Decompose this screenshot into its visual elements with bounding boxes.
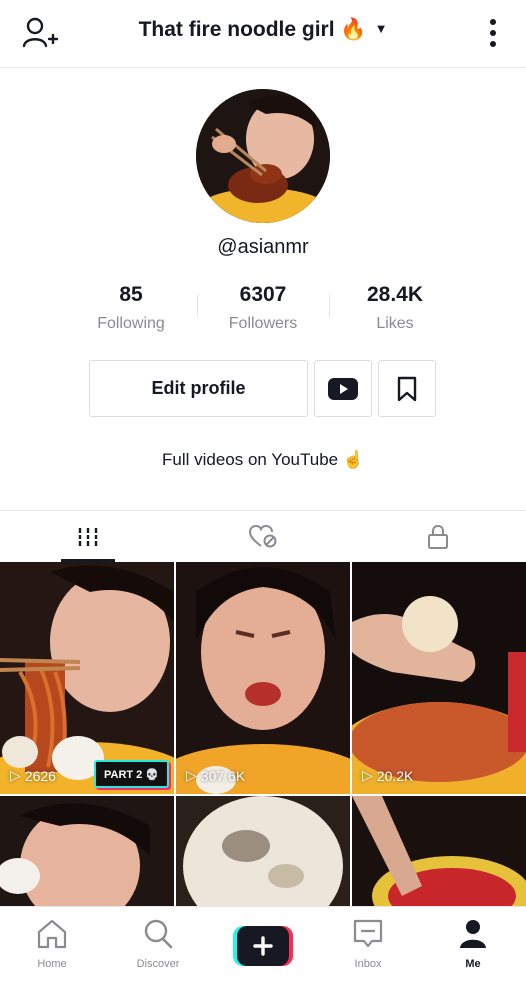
- stat-label: Followers: [228, 315, 298, 332]
- youtube-button[interactable]: [314, 360, 372, 417]
- bio-text: Full videos on YouTube ☝: [162, 450, 364, 469]
- video-grid: ▷ 2626 PART 2 💀 ▷ 307.6K ▷ 20.2K: [0, 562, 526, 906]
- account-switcher[interactable]: That fire noodle girl 🔥 ▼: [0, 18, 526, 42]
- bookmark-icon: [397, 376, 417, 401]
- video-thumbnail[interactable]: [0, 796, 174, 906]
- tab-private[interactable]: [350, 511, 525, 563]
- profile-icon: [460, 920, 486, 948]
- chevron-down-icon: ▼: [374, 21, 388, 36]
- edit-profile-button[interactable]: Edit profile: [89, 360, 308, 417]
- bottom-navigation: Home Discover Inbox Me: [0, 906, 526, 986]
- video-thumbnail[interactable]: [176, 796, 350, 906]
- stat-followers[interactable]: 6307 Followers: [197, 283, 329, 333]
- play-icon: ▷: [10, 767, 21, 783]
- home-icon: [37, 919, 67, 949]
- video-thumbnail[interactable]: ▷ 307.6K: [176, 562, 350, 794]
- view-count-text: 20.2K: [376, 767, 414, 784]
- video-thumbnail[interactable]: ▷ 20.2K: [352, 562, 526, 794]
- search-icon: [144, 919, 173, 949]
- more-vertical-icon[interactable]: [484, 17, 502, 49]
- stat-label: Likes: [376, 315, 414, 332]
- favorites-button[interactable]: [378, 360, 436, 417]
- video-thumbnail[interactable]: ▷ 2626 PART 2 💀: [0, 562, 174, 794]
- username-handle: @asianmr: [217, 236, 309, 258]
- view-count-text: 2626: [24, 767, 56, 784]
- stat-following[interactable]: 85 Following: [65, 283, 197, 333]
- tab-liked[interactable]: [175, 511, 350, 563]
- page-title: That fire noodle girl 🔥: [138, 18, 367, 41]
- nav-inbox[interactable]: Inbox: [318, 917, 418, 970]
- profile-tabs: [0, 510, 526, 562]
- nav-label: Me: [465, 958, 481, 970]
- view-count-text: 307.6K: [200, 767, 246, 784]
- tab-videos[interactable]: [0, 511, 175, 563]
- plus-icon: [233, 926, 293, 966]
- view-count: ▷ 2626: [10, 767, 56, 784]
- nav-home[interactable]: Home: [2, 917, 102, 970]
- stat-likes[interactable]: 28.4K Likes: [329, 283, 461, 333]
- grid-icon: [77, 528, 98, 546]
- nav-me[interactable]: Me: [423, 917, 523, 970]
- liked-private-icon: [248, 525, 276, 548]
- part-badge: PART 2 💀: [94, 760, 170, 788]
- youtube-icon: [328, 377, 358, 400]
- stat-value: 28.4K: [366, 283, 424, 306]
- nav-label: Inbox: [354, 958, 382, 970]
- nav-label: Home: [37, 958, 67, 970]
- stat-value: 85: [119, 283, 143, 306]
- video-thumbnail[interactable]: [352, 796, 526, 906]
- nav-label: Discover: [136, 958, 180, 970]
- profile-stats: 85 Following 6307 Followers 28.4K Likes: [65, 283, 461, 343]
- play-icon: ▷: [186, 767, 197, 783]
- avatar[interactable]: [196, 89, 330, 223]
- stat-value: 6307: [239, 283, 287, 306]
- inbox-icon: [353, 919, 383, 948]
- view-count: ▷ 20.2K: [362, 767, 413, 784]
- top-bar: That fire noodle girl 🔥 ▼: [0, 0, 526, 68]
- nav-discover[interactable]: Discover: [108, 917, 208, 970]
- stat-label: Following: [97, 315, 165, 332]
- play-icon: ▷: [362, 767, 373, 783]
- create-button[interactable]: [233, 926, 293, 966]
- lock-icon: [427, 524, 448, 549]
- view-count: ▷ 307.6K: [186, 767, 245, 784]
